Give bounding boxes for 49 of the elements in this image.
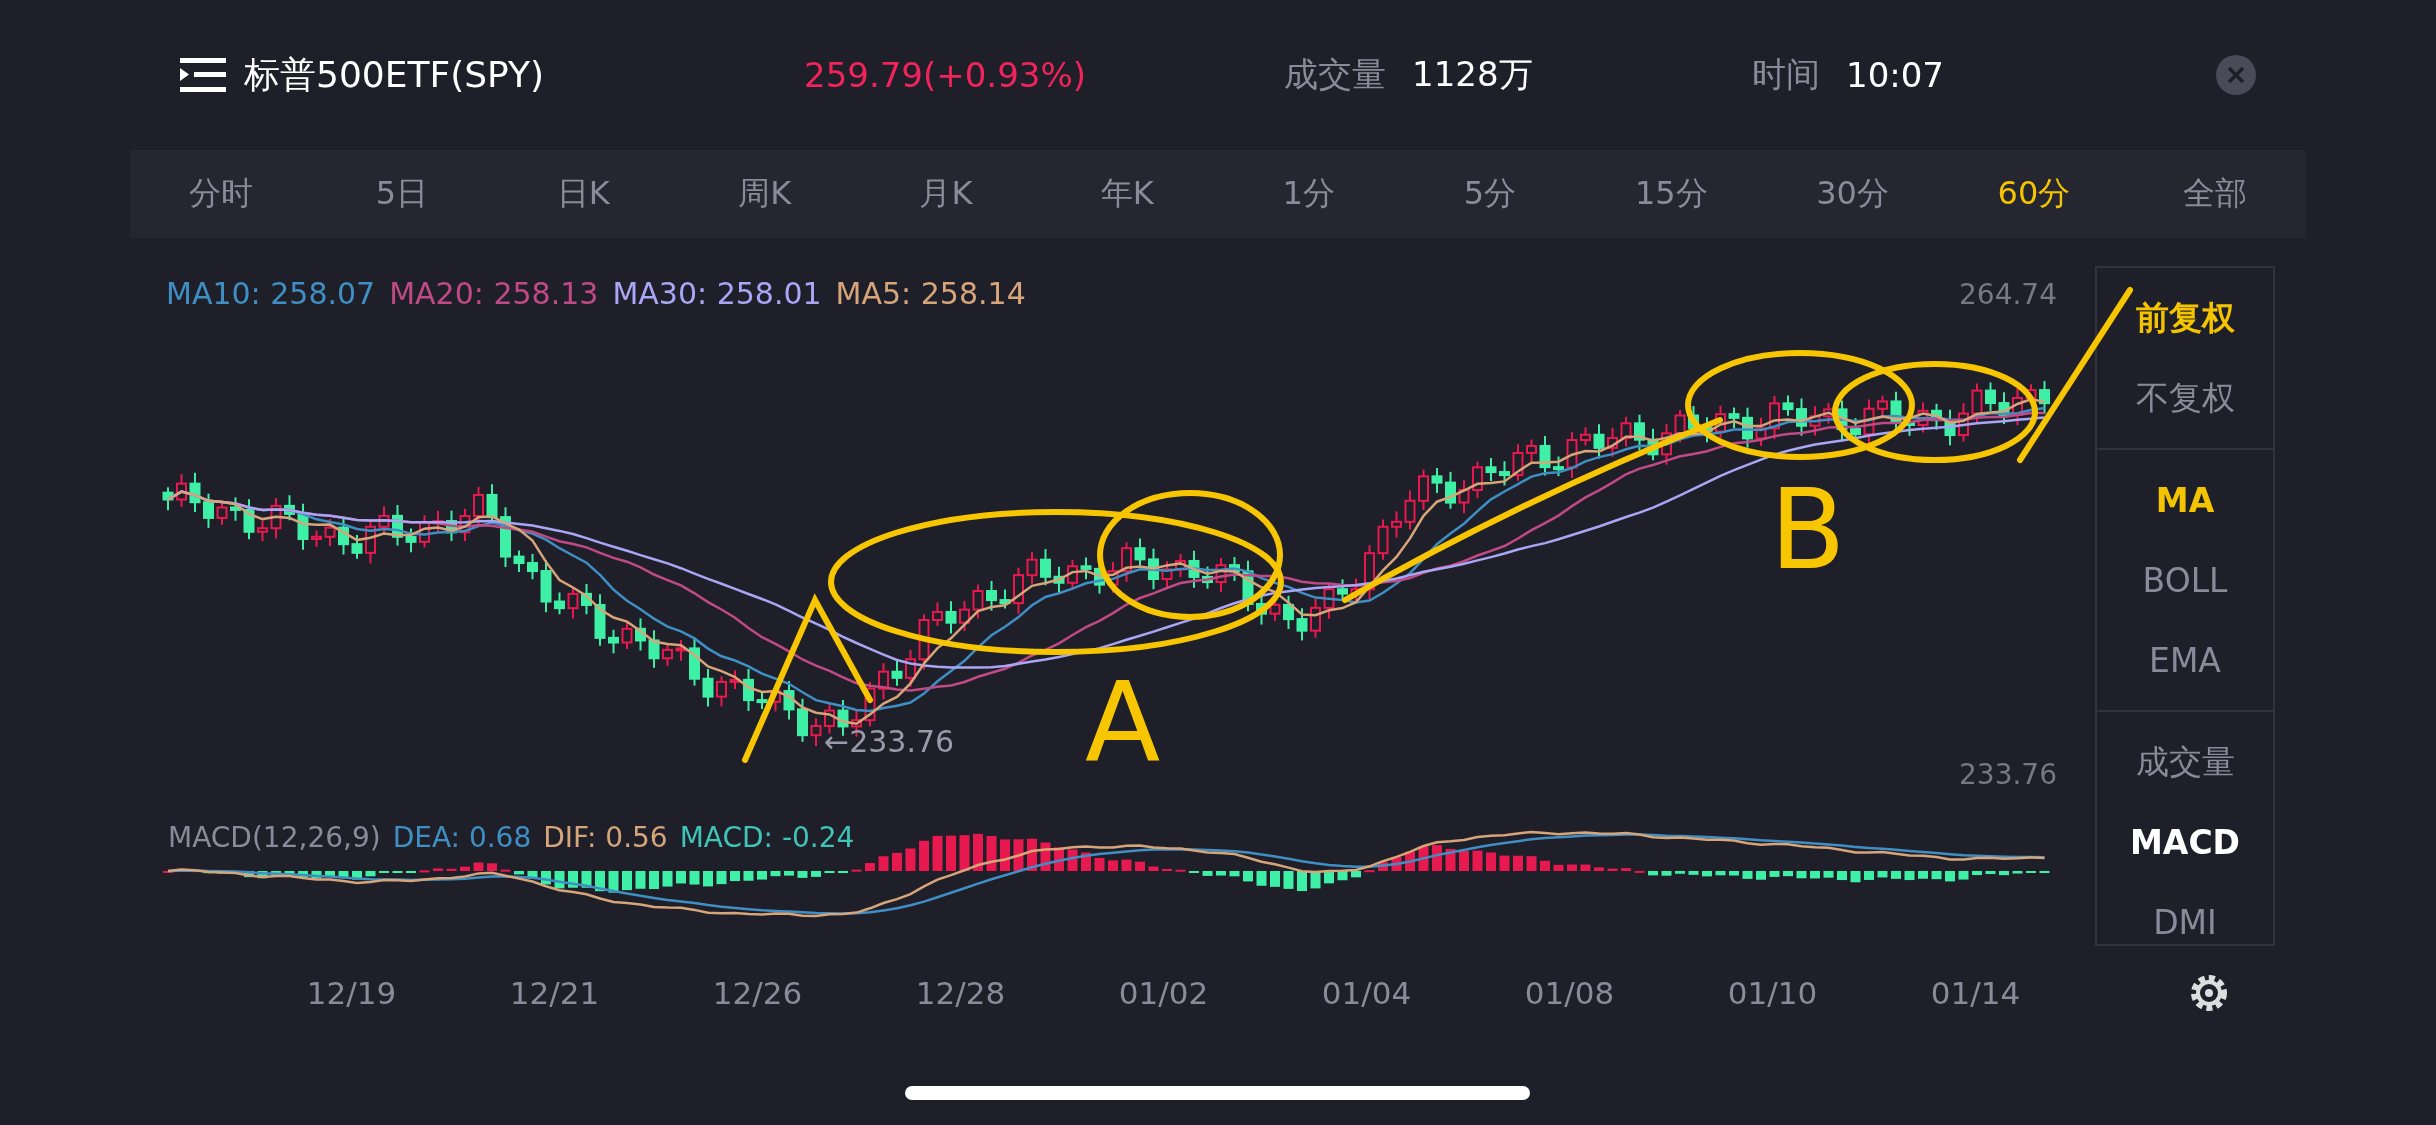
indicator-option[interactable]: 不复权 (2097, 358, 2273, 438)
period-tab[interactable]: 周K (674, 162, 856, 226)
period-tab[interactable]: 5日 (311, 162, 493, 226)
period-tab[interactable]: 分时 (130, 162, 312, 226)
ma-legend-value: MA30: 258.01 (612, 276, 822, 311)
stock-title: 标普500ETF(SPY) (244, 52, 545, 97)
date-label: 01/14 (1929, 975, 2022, 1011)
indicator-option[interactable]: BOLL (2097, 540, 2273, 620)
handwritten-note: B (1770, 475, 1846, 585)
indicator-option[interactable]: 成交量 (2097, 722, 2273, 802)
ma-legend-value: MA20: 258.13 (389, 276, 599, 311)
macd-legend-value: MACD: -0.24 (679, 821, 855, 854)
indicator-option[interactable]: 前复权 (2097, 278, 2273, 358)
date-label: 12/21 (508, 975, 601, 1011)
period-tab[interactable]: 60分 (1943, 162, 2125, 226)
menu-icon[interactable] (180, 56, 226, 94)
low-price-label: 233.76 (1959, 758, 2057, 791)
volume-label: 成交量 (1284, 53, 1386, 96)
date-label: 01/04 (1320, 975, 1413, 1011)
period-tab[interactable]: 5分 (1399, 162, 1581, 226)
volume-value: 1128万 (1412, 53, 1534, 96)
ma-legend-value: MA5: 258.14 (835, 276, 1026, 311)
ma-legend-value: MA10: 258.07 (166, 276, 376, 311)
price-change: 259.79(+0.93%) (804, 55, 1087, 95)
time-label: 时间 (1752, 53, 1820, 96)
period-tab[interactable]: 年K (1036, 162, 1218, 226)
date-label: 12/19 (305, 975, 398, 1011)
period-tab[interactable]: 1分 (1217, 162, 1400, 226)
macd-legend-value: DIF: 0.56 (543, 821, 668, 854)
handwritten-note: A (1085, 668, 1161, 778)
indicator-option[interactable]: EMA (2097, 620, 2273, 700)
period-tab[interactable]: 全部 (2124, 162, 2306, 226)
date-label: 12/26 (711, 975, 804, 1011)
high-price-label: 264.74 (1959, 278, 2057, 311)
date-label: 01/02 (1117, 975, 1210, 1011)
date-label: 01/08 (1523, 975, 1616, 1011)
low-price-marker: ←233.76 (824, 724, 955, 759)
time-value: 10:07 (1846, 55, 1945, 95)
period-tab[interactable]: 日K (492, 162, 674, 226)
macd-legend-value: DEA: 0.68 (392, 821, 532, 854)
date-label: 12/28 (914, 975, 1007, 1011)
indicator-option[interactable]: MA (2097, 460, 2273, 540)
indicator-option[interactable]: MACD (2097, 802, 2273, 882)
macd-legend-value: MACD(12,26,9) (168, 821, 381, 854)
date-label: 01/10 (1726, 975, 1819, 1011)
period-tab[interactable]: 月K (855, 162, 1037, 226)
indicator-option[interactable]: DMI (2097, 882, 2273, 962)
period-tab[interactable]: 30分 (1761, 162, 1944, 226)
period-tab[interactable]: 15分 (1580, 162, 1762, 226)
